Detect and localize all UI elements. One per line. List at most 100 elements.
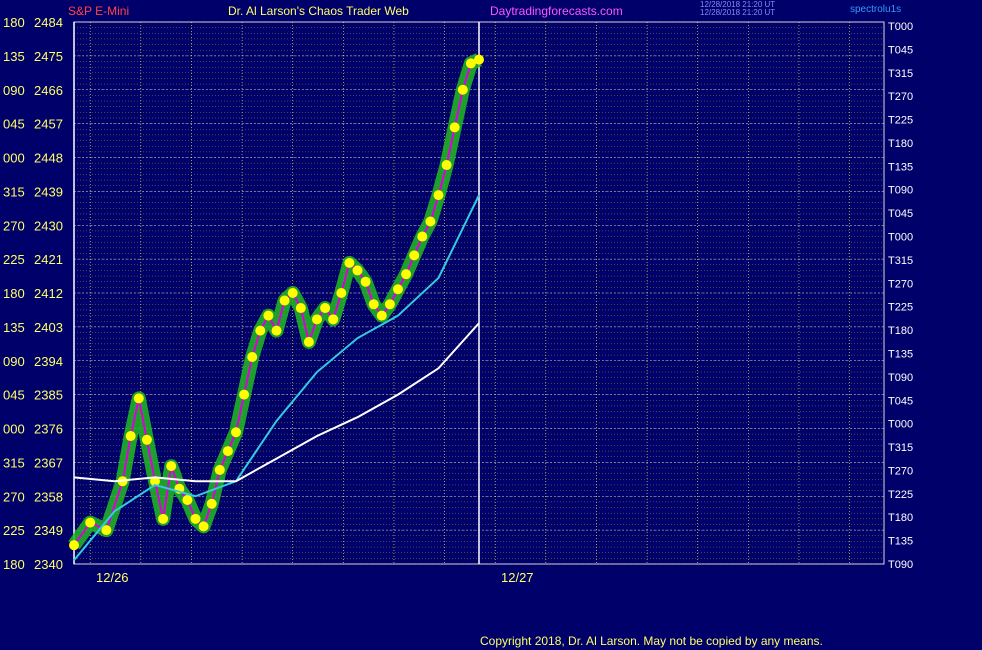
y-tick-label: 2457 (34, 117, 63, 132)
price-point (425, 216, 436, 227)
y-angle-label: 180 (3, 15, 25, 30)
price-point (352, 265, 363, 276)
y-angle-label: 045 (3, 117, 25, 132)
price-point (336, 288, 347, 298)
right-time-label: T270 (888, 278, 913, 290)
y-tick-label: 2412 (34, 286, 63, 301)
y-angle-label: 315 (3, 184, 25, 199)
y-angle-label: 000 (3, 151, 25, 166)
y-tick-label: 2376 (34, 422, 63, 437)
price-point (182, 495, 193, 506)
right-time-label: T180 (888, 325, 913, 337)
price-point (271, 325, 282, 336)
right-time-labels: T000 T045 T315 T270 T225 T180 T135 T090 T045 T000… (888, 21, 913, 571)
price-point (409, 250, 420, 261)
y-angle-label: 180 (3, 557, 25, 572)
y-tick-label: 2340 (34, 557, 63, 572)
x-tick-label: 12/27 (501, 570, 534, 585)
y-tick-label: 2394 (34, 354, 63, 369)
right-time-label: T000 (888, 232, 913, 244)
right-time-label: T225 (888, 115, 913, 127)
y-tick-label: 2484 (34, 15, 63, 30)
price-line (73, 58, 480, 546)
price-point (320, 303, 331, 314)
x-tick-label: 12/26 (96, 570, 129, 585)
y-angle-label: 090 (3, 354, 25, 369)
y-tick-label: 2475 (34, 49, 63, 64)
y-angle-label: 135 (3, 320, 25, 335)
right-time-label: T045 (888, 395, 913, 407)
price-point (247, 351, 258, 362)
y-tick-label: 2367 (34, 455, 63, 470)
price-point (263, 310, 274, 321)
price-point (441, 160, 452, 171)
price-point (214, 464, 225, 475)
right-time-label: T180 (888, 512, 913, 524)
price-point (295, 303, 306, 314)
price-point (328, 314, 339, 325)
price-point (401, 269, 412, 280)
y-tick-label: 2358 (34, 489, 63, 504)
y-angle-label: 270 (3, 489, 25, 504)
price-point (69, 540, 79, 551)
y-tick-label: 2430 (34, 218, 63, 233)
price-point (312, 314, 322, 325)
grid-layer (73, 21, 885, 565)
right-time-label: T270 (888, 91, 913, 103)
price-point (206, 498, 217, 509)
price-point (198, 521, 209, 532)
y-angle-label: 045 (3, 388, 25, 403)
series-layer (68, 53, 484, 561)
right-time-label: T180 (888, 138, 913, 150)
price-point (393, 284, 403, 295)
price-point (376, 310, 387, 321)
y-tick-label: 2403 (34, 320, 63, 335)
price-point (255, 325, 266, 336)
y-tick-label: 2439 (34, 184, 63, 199)
price-point (231, 427, 241, 438)
y-angle-label: 270 (3, 218, 25, 233)
y-tick-label: 2421 (34, 252, 63, 267)
price-point (190, 513, 201, 524)
price-band (68, 53, 482, 550)
right-time-label: T270 (888, 465, 913, 477)
x-axis-labels: 12/26 12/27 (96, 570, 534, 585)
price-point (384, 299, 395, 310)
price-point (449, 122, 460, 133)
right-time-label: T090 (888, 372, 913, 384)
right-time-label: T000 (888, 419, 913, 431)
right-time-label: T135 (888, 536, 913, 548)
price-point (303, 336, 314, 347)
price-point (239, 389, 250, 400)
price-point (166, 461, 177, 472)
price-point (222, 446, 233, 457)
y-tick-label: 2349 (34, 523, 63, 538)
y-angle-label: 315 (3, 455, 25, 470)
y-tick-label: 2448 (34, 151, 63, 166)
right-time-label: T045 (888, 208, 913, 220)
price-point (344, 257, 355, 268)
y-angle-label: 225 (3, 523, 25, 538)
chart-canvas: 2484 2475 2466 2457 2448 2439 2430 2421 2412 2403… (3, 15, 913, 585)
y-angle-label: 225 (3, 252, 25, 267)
y-tick-label: 2466 (34, 83, 63, 98)
price-point (360, 276, 371, 287)
price-point (279, 295, 290, 306)
price-point (368, 299, 379, 310)
copyright-notice: Copyright 2018, Dr. Al Larson. May not b… (480, 634, 823, 648)
right-time-label: T315 (888, 255, 913, 267)
price-point (85, 517, 96, 528)
price-point (474, 54, 484, 65)
right-time-label: T315 (888, 442, 913, 454)
y-angle-label: 180 (3, 286, 25, 301)
right-time-label: T000 (888, 21, 913, 33)
right-time-label: T090 (888, 185, 913, 197)
price-point (433, 190, 444, 201)
price-point (417, 231, 428, 242)
right-time-label: T315 (888, 68, 913, 80)
price-point (158, 513, 169, 524)
right-time-label: T135 (888, 161, 913, 173)
price-point (141, 434, 152, 445)
y-angle-label: 135 (3, 49, 25, 64)
right-time-label: T135 (888, 348, 913, 360)
